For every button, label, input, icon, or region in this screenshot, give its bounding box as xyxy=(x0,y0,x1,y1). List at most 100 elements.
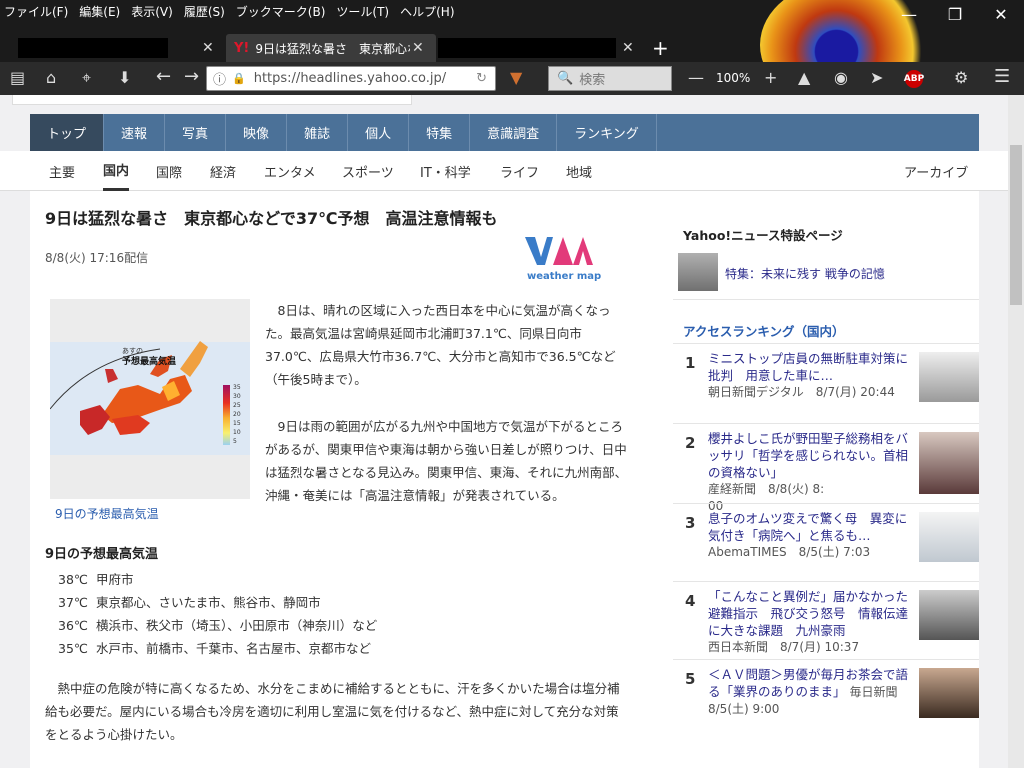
scrollbar-thumb[interactable] xyxy=(1010,145,1022,305)
back-icon[interactable]: ← xyxy=(156,66,171,87)
menu-bookmarks[interactable]: ブックマーク(B) xyxy=(236,3,326,20)
nav-top[interactable]: トップ xyxy=(30,114,105,151)
minimize-icon[interactable]: — xyxy=(886,0,932,28)
subnav-entertainment[interactable]: エンタメ xyxy=(264,151,316,191)
rank-thumbnail[interactable] xyxy=(919,512,979,562)
nav-video[interactable]: 映像 xyxy=(226,114,288,151)
rank-title-line: 批判 用意した車に… xyxy=(708,368,834,383)
url-bar[interactable]: ⓘ 🔒 https://headlines.yahoo.co.jp/ ↻ xyxy=(206,66,496,91)
download-icon[interactable]: ⬇ xyxy=(118,68,131,87)
special-link[interactable]: 特集：未来に残す 戦争の記憶 xyxy=(725,265,885,282)
rank-thumbnail[interactable] xyxy=(919,432,979,494)
scrollbar[interactable] xyxy=(1008,95,1024,768)
nav-breaking[interactable]: 速報 xyxy=(104,114,166,151)
search-input[interactable]: 🔍 検索 xyxy=(548,66,672,91)
rank-title[interactable]: 息子のオムツ変えで驚く母 異変に 気付き「病院へ」と焦るも… AbemaTIME… xyxy=(708,510,908,561)
nav-ranking[interactable]: ランキング xyxy=(557,114,657,151)
rank-thumbnail[interactable] xyxy=(919,590,979,640)
close-window-icon[interactable]: ✕ xyxy=(978,0,1024,28)
url-text[interactable]: https://headlines.yahoo.co.jp/ xyxy=(254,71,446,86)
tab-1[interactable]: ✕ xyxy=(0,34,222,62)
legend-label: 15 xyxy=(233,420,241,427)
rank-title[interactable]: ミニストップ店員の無断駐車対策に 批判 用意した車に… 朝日新聞デジタル 8/7… xyxy=(708,350,908,401)
tab-active[interactable]: Y! 9日は猛烈な暑さ 東京都心など ✕ xyxy=(226,34,436,62)
rank-title[interactable]: 「こんなこと異例だ」届かなかった 避難指示 飛び交う怒号 情報伝達 に大きな課題… xyxy=(708,588,908,656)
special-pages-heading: Yahoo!ニュース特設ページ xyxy=(683,228,843,243)
temperature-map-image[interactable]: あすの 予想最高気温 35 30 25 20 15 10 5 xyxy=(49,299,250,499)
subnav-world[interactable]: 国際 xyxy=(156,151,182,191)
rank-thumbnail[interactable] xyxy=(919,352,979,402)
subnav-sports[interactable]: スポーツ xyxy=(342,151,394,191)
forward-icon[interactable]: → xyxy=(184,66,199,87)
send-icon[interactable]: ➤ xyxy=(870,68,883,87)
menu-help[interactable]: ヘルプ(H) xyxy=(400,3,454,20)
sub-navigation: 主要 国内 国際 経済 エンタメ スポーツ IT・科学 ライフ 地域 アーカイブ xyxy=(0,151,1008,191)
zoom-level[interactable]: 100% xyxy=(716,71,750,85)
legend-label: 10 xyxy=(233,429,241,436)
sidebar-toggle-icon[interactable]: ▤ xyxy=(10,68,25,87)
map-caption[interactable]: 9日の予想最高気温 xyxy=(55,505,159,522)
subnav-life[interactable]: ライフ xyxy=(500,151,539,191)
reload-icon[interactable]: ↻ xyxy=(476,71,487,86)
publish-date: 8/8(火) 17:16配信 xyxy=(45,251,149,265)
paragraph-1: 8日は、晴れの区域に入った西日本を中心に気温が高くなっ た。最高気温は宮崎県延岡… xyxy=(265,299,616,391)
menu-icon[interactable]: ☰ xyxy=(994,66,1010,87)
target-icon[interactable]: ⌖ xyxy=(82,68,91,88)
close-tab-icon[interactable]: ✕ xyxy=(202,40,214,56)
rank-source-cont: 8/5(土) 9:00 xyxy=(708,702,780,716)
archive-link[interactable]: アーカイブ xyxy=(904,151,968,191)
ranking-item[interactable]: 4 「こんなこと異例だ」届かなかった 避難指示 飛び交う怒号 情報伝達 に大きな… xyxy=(673,581,979,659)
nav-photo[interactable]: 写真 xyxy=(165,114,227,151)
extension-icon[interactable]: ⚙ xyxy=(954,68,968,87)
rank-source: 朝日新聞デジタル 8/7(月) 20:44 xyxy=(708,385,895,399)
close-tab-icon[interactable]: ✕ xyxy=(622,40,634,56)
menu-edit[interactable]: 編集(E) xyxy=(79,3,120,20)
weather-map-logo[interactable]: weather map xyxy=(525,235,605,282)
rank-title-line: 避難指示 飛び交う怒号 情報伝達 xyxy=(708,606,909,621)
nav-survey[interactable]: 意識調査 xyxy=(470,114,558,151)
rank-thumbnail[interactable] xyxy=(919,668,979,718)
ranking-item[interactable]: 2 櫻井よしこ氏が野田聖子総務相をバ ッサリ「哲学を感じられない。首相 の資格な… xyxy=(673,423,979,513)
zoom-in-icon[interactable]: + xyxy=(764,68,777,87)
subnav-main[interactable]: 主要 xyxy=(49,151,75,191)
nav-magazine[interactable]: 雑誌 xyxy=(287,114,349,151)
subnav-economy[interactable]: 経済 xyxy=(210,151,236,191)
menu-history[interactable]: 履歴(S) xyxy=(184,3,225,20)
subnav-domestic[interactable]: 国内 xyxy=(103,151,130,191)
navigation-toolbar: ▤ ⌂ ⌖ ⬇ ← → ⓘ 🔒 https://headlines.yahoo.… xyxy=(0,62,1024,95)
ranking-item[interactable]: 1 ミニストップ店員の無断駐車対策に 批判 用意した車に… 朝日新聞デジタル 8… xyxy=(673,343,979,423)
lock-icon: 🔒 xyxy=(232,72,246,85)
page-search-remnant xyxy=(12,95,412,105)
subnav-local[interactable]: 地域 xyxy=(566,151,592,191)
top-navigation: トップ 速報 写真 映像 雑誌 個人 特集 意識調査 ランキング xyxy=(30,114,979,151)
new-tab-icon[interactable]: + xyxy=(652,36,669,60)
special-thumbnail[interactable] xyxy=(678,253,718,291)
pocket-icon[interactable]: ◉ xyxy=(834,68,848,87)
sync-icon[interactable]: ▲ xyxy=(798,68,810,87)
restore-icon[interactable]: ❐ xyxy=(932,0,978,28)
info-icon[interactable]: ⓘ xyxy=(213,69,226,88)
temp-cities: 東京都心、さいたま市、熊谷市、静岡市 xyxy=(96,595,321,610)
subnav-it-science[interactable]: IT・科学 xyxy=(420,151,471,191)
adblock-icon[interactable]: ABP xyxy=(904,70,924,88)
temp-value: 36℃ xyxy=(58,618,88,633)
zoom-out-icon[interactable]: — xyxy=(688,68,704,87)
redacted-tab-title xyxy=(438,38,616,58)
menu-file[interactable]: ファイル(F) xyxy=(4,3,68,20)
web-page: トップ 速報 写真 映像 雑誌 個人 特集 意識調査 ランキング 主要 国内 国… xyxy=(0,95,1008,768)
home-icon[interactable]: ⌂ xyxy=(46,68,56,87)
nav-feature[interactable]: 特集 xyxy=(409,114,471,151)
tab-3[interactable]: ✕ xyxy=(436,34,640,62)
weather-map-logo-icon xyxy=(525,237,593,265)
ranking-item[interactable]: 5 ＜ＡＶ問題＞男優が毎月お茶会で語 る「業界のありのまま」 毎日新聞 8/5(… xyxy=(673,659,979,737)
menu-tools[interactable]: ツール(T) xyxy=(336,3,389,20)
nav-individual[interactable]: 個人 xyxy=(348,114,410,151)
menu-view[interactable]: 表示(V) xyxy=(131,3,173,20)
map-title: 予想最高気温 xyxy=(122,357,177,367)
rank-title-line: ミニストップ店員の無断駐車対策に xyxy=(708,351,909,366)
search-engine-icon[interactable]: ▼ xyxy=(510,68,522,87)
rank-title-line: に大きな課題 九州豪雨 xyxy=(708,623,846,638)
rank-title[interactable]: ＜ＡＶ問題＞男優が毎月お茶会で語 る「業界のありのまま」 毎日新聞 8/5(土)… xyxy=(708,666,908,718)
ranking-item[interactable]: 3 息子のオムツ変えで驚く母 異変に 気付き「病院へ」と焦るも… AbemaTI… xyxy=(673,503,979,581)
close-tab-icon[interactable]: ✕ xyxy=(412,40,424,56)
